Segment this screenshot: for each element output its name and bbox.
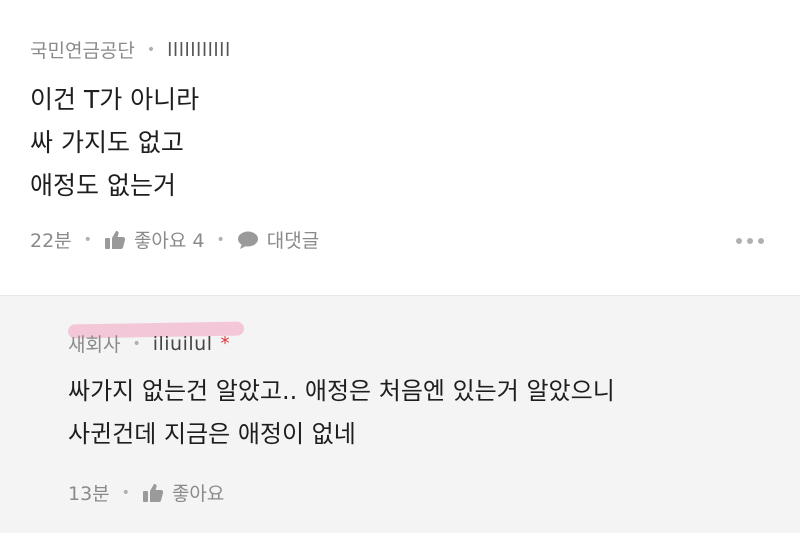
comment-item: 국민연금공단 • lllllllllll 이건 T가 아니라 싸 가지도 없고 … [0, 0, 800, 295]
comment-actions: 13분 • 좋아요 [68, 479, 224, 506]
author-nickname[interactable]: lllllllllll [167, 39, 231, 61]
like-button[interactable]: 좋아요 4 [104, 226, 205, 253]
reply-comment-item: 새회사 • iliuilul * 싸가지 없는건 알았고.. 애정은 처음엔 있… [0, 295, 800, 533]
comment-line: 사귄건데 지금은 애정이 없네 [68, 420, 356, 448]
separator-dot: • [146, 41, 156, 58]
comment-time: 13분 [68, 483, 110, 505]
separator-dot: • [216, 231, 225, 248]
reply-label: 대댓글 [266, 230, 320, 252]
reply-button[interactable]: 대댓글 [237, 226, 319, 253]
comment-actions: 22분 • 좋아요 4 • 대댓글 [30, 226, 319, 253]
comment-line: 이건 T가 아니라 [30, 85, 200, 114]
author-nickname[interactable]: iliuilul [153, 333, 213, 355]
like-label: 좋아요 4 [133, 230, 205, 252]
more-options-button[interactable] [736, 238, 764, 244]
comment-author-line: 국민연금공단 • lllllllllll [30, 36, 231, 63]
comment-time: 22분 [30, 230, 72, 252]
separator-dot: • [121, 484, 130, 501]
author-mark: * [220, 333, 230, 354]
comment-body: 이건 T가 아니라 싸 가지도 없고 애정도 없는거 [30, 78, 199, 207]
comment-line: 애정도 없는거 [30, 171, 176, 200]
comment-author-line: 새회사 • iliuilul * [68, 330, 229, 357]
more-dots-icon [747, 238, 753, 244]
comment-line: 싸가지 없는건 알았고.. 애정은 처음엔 있는거 알았으니 [68, 377, 615, 405]
more-dots-icon [736, 238, 742, 244]
separator-dot: • [83, 231, 92, 248]
speech-bubble-icon [237, 231, 258, 249]
like-label: 좋아요 [171, 483, 225, 505]
more-dots-icon [758, 238, 764, 244]
like-button[interactable]: 좋아요 [142, 479, 224, 506]
author-name[interactable]: 새회사 [68, 330, 120, 357]
thumbs-up-icon [142, 483, 164, 502]
thumbs-up-icon [104, 230, 126, 249]
comment-body: 싸가지 없는건 알았고.. 애정은 처음엔 있는거 알았으니 사귄건데 지금은 … [68, 370, 615, 456]
separator-dot: • [132, 335, 141, 352]
author-name[interactable]: 국민연금공단 [30, 36, 135, 63]
comment-line: 싸 가지도 없고 [30, 128, 184, 157]
